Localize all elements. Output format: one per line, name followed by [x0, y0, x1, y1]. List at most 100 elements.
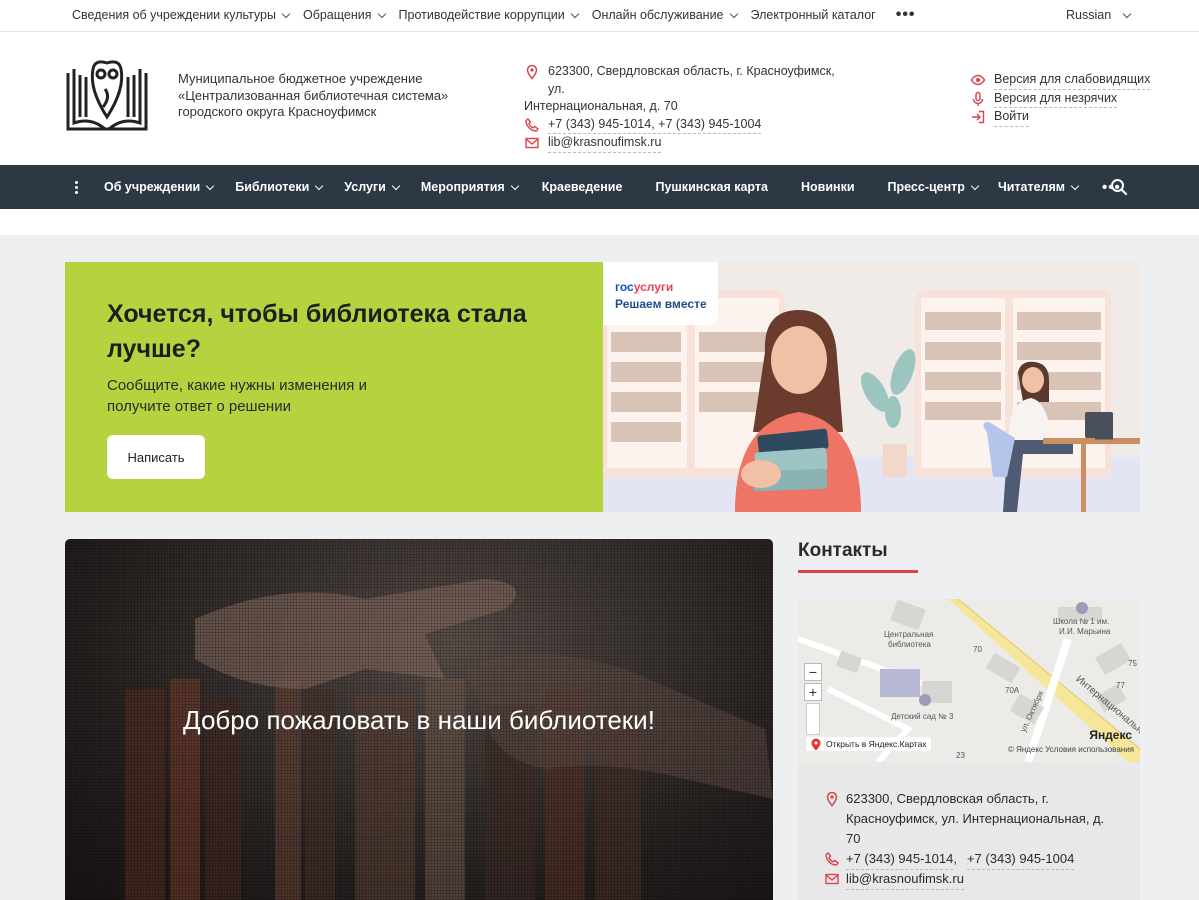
- poi-icon: [1076, 602, 1088, 614]
- chevron-down-icon: [281, 9, 291, 18]
- nav-item-events[interactable]: Мероприятия: [420, 180, 519, 194]
- login-link[interactable]: Войти: [970, 108, 1150, 127]
- header-phones[interactable]: +7 (343) 945-1014, +7 (343) 945-1004: [524, 116, 854, 134]
- chevron-down-icon: [315, 181, 324, 190]
- header-email[interactable]: lib@krasnoufimsk.ru: [524, 134, 854, 153]
- top-menu-item-culture-info[interactable]: Сведения об учреждении культуры: [72, 8, 291, 22]
- banner-text: Сообщите, какие нужны изменения и получи…: [107, 377, 367, 415]
- gos-part2: услуги: [633, 280, 674, 294]
- microphone-icon: [972, 91, 984, 106]
- title-underline: [798, 570, 918, 573]
- top-menu-label: Обращения: [302, 8, 372, 22]
- org-name-line: «Централизованная библиотечная система»: [178, 87, 449, 103]
- address-line: 70: [846, 831, 861, 846]
- organization-name: Муниципальное бюджетное учреждение «Цент…: [178, 71, 478, 121]
- main-nav: Об учреждении Библиотеки Услуги Мероприя…: [0, 165, 1199, 209]
- map-pin-icon: [811, 738, 821, 751]
- nav-label: Библиотеки: [235, 180, 310, 194]
- address-line: 623300, Свердловская область, г. Красноу…: [548, 64, 835, 96]
- top-menu-item-anticorruption[interactable]: Противодействие коррупции: [398, 8, 579, 22]
- gosuslugi-logo[interactable]: госуслуги Решаем вместе: [603, 262, 718, 325]
- accessibility-links: Версия для слабовидящих Версия для незря…: [970, 71, 1151, 127]
- yandex-map[interactable]: − + Центральная библиотека Школа № 1 им.…: [798, 599, 1140, 762]
- phone-link[interactable]: +7 (343) 945-1014: [846, 849, 954, 870]
- yandex-logo: Яндекс: [1089, 728, 1132, 742]
- chevron-down-icon: [510, 181, 519, 190]
- open-link-label: Открыть в Яндекс.Картах: [826, 739, 927, 749]
- map-label-school: Школа № 1 им.: [1053, 617, 1110, 626]
- gosuslugi-tagline: Решаем вместе: [615, 297, 707, 311]
- map-pin-icon: [526, 64, 538, 80]
- owl-book-logo[interactable]: [65, 59, 149, 137]
- language-label: Russian: [1066, 8, 1112, 22]
- phone-link[interactable]: +7 (343) 945-1004: [966, 849, 1075, 870]
- map-copyright[interactable]: © Яндекс Условия использования: [1008, 745, 1134, 754]
- map-label-school: И.И. Марьина: [1059, 627, 1111, 636]
- map-house-number: 77: [1116, 681, 1125, 690]
- contacts-details: 623300, Свердловская область, г. Красноу…: [798, 762, 1140, 900]
- map-label-library: Центральная: [884, 630, 934, 639]
- map-house-number: 23: [956, 751, 965, 760]
- low-vision-link[interactable]: Версия для слабовидящих: [970, 71, 1151, 90]
- email-link[interactable]: lib@krasnoufimsk.ru: [548, 134, 662, 153]
- chevron-down-icon: [1070, 181, 1080, 190]
- hearing-link[interactable]: Версия для незрячих: [970, 90, 1150, 108]
- nav-label: Об учреждении: [104, 180, 201, 194]
- nav-item-new-books[interactable]: Новинки: [801, 180, 855, 194]
- link-label: Войти: [994, 108, 1029, 127]
- gos-part1: гос: [615, 280, 634, 294]
- open-in-yandex-link[interactable]: Открыть в Яндекс.Картах: [806, 737, 931, 751]
- phone-separator: ,: [953, 851, 957, 866]
- nav-item-readers[interactable]: Читателям: [998, 180, 1080, 194]
- banner-text-panel: Хочется, чтобы библиотека стала лучше? С…: [65, 262, 603, 512]
- nav-item-pushkin-card[interactable]: Пушкинская карта: [655, 180, 768, 194]
- language-selector[interactable]: Russian: [1066, 0, 1132, 30]
- chevron-down-icon: [1122, 9, 1132, 18]
- phones-text[interactable]: +7 (343) 945-1014, +7 (343) 945-1004: [548, 116, 762, 134]
- email-link[interactable]: lib@krasnoufimsk.ru: [846, 869, 964, 890]
- link-label: Версия для незрячих: [994, 90, 1118, 108]
- nav-label: Краеведение: [541, 180, 623, 194]
- chevron-down-icon: [970, 181, 980, 190]
- nav-spacer: [0, 209, 1199, 235]
- nav-item-local-history[interactable]: Краеведение: [542, 180, 623, 194]
- top-menu-label: Сведения об учреждении культуры: [72, 8, 276, 22]
- top-menu: Сведения об учреждении культуры Обращени…: [72, 0, 916, 30]
- contacts-title: Контакты: [798, 540, 888, 561]
- nav-label: Пушкинская карта: [655, 180, 768, 194]
- sidebar-email: lib@krasnoufimsk.ru: [824, 869, 964, 890]
- sidebar-address: 623300, Свердловская область, г. Красноу…: [824, 789, 1104, 849]
- nav-item-press-center[interactable]: Пресс-центр: [888, 180, 980, 194]
- map-house-number: 75: [1128, 659, 1137, 668]
- header-address: 623300, Свердловская область, г. Красноу…: [524, 63, 854, 98]
- top-menu-label: Онлайн обслуживание: [591, 8, 724, 22]
- vertical-dots-icon[interactable]: [74, 180, 78, 194]
- mail-icon: [525, 137, 539, 149]
- zoom-out-button[interactable]: −: [804, 663, 822, 681]
- chevron-down-icon: [205, 181, 215, 190]
- nav-label: Мероприятия: [420, 180, 505, 194]
- map-pin-icon: [826, 791, 838, 807]
- top-menu-label: Электронный каталог: [750, 8, 876, 22]
- zoom-slider[interactable]: [806, 703, 820, 735]
- welcome-slide[interactable]: Добро пожаловать в наши библиотеки!: [65, 539, 773, 900]
- gosuslugi-banner: Хочется, чтобы библиотека стала лучше? С…: [65, 262, 1140, 512]
- header-contacts: 623300, Свердловская область, г. Красноу…: [524, 63, 854, 153]
- nav-item-about[interactable]: Об учреждении: [104, 180, 215, 194]
- nav-item-libraries[interactable]: Библиотеки: [235, 180, 324, 194]
- top-menu-label: Противодействие коррупции: [398, 8, 565, 22]
- chevron-down-icon: [391, 181, 401, 190]
- top-menu-item-online-service[interactable]: Онлайн обслуживание: [591, 8, 738, 22]
- top-menu-item-appeals[interactable]: Обращения: [302, 8, 386, 22]
- top-menu-item-catalog[interactable]: Электронный каталог: [751, 8, 876, 22]
- site-header: Муниципальное бюджетное учреждение «Цент…: [0, 32, 1199, 165]
- nav-label: Новинки: [800, 180, 855, 194]
- org-name-line: Муниципальное бюджетное учреждение: [178, 71, 423, 86]
- zoom-in-button[interactable]: +: [804, 683, 822, 701]
- search-icon[interactable]: [1110, 178, 1128, 196]
- more-icon[interactable]: •••: [896, 6, 916, 24]
- nav-item-services[interactable]: Услуги: [344, 180, 401, 194]
- org-name-line: городского округа Красноуфимск: [178, 104, 377, 119]
- write-button[interactable]: Написать: [107, 435, 205, 479]
- eye-icon: [970, 75, 986, 86]
